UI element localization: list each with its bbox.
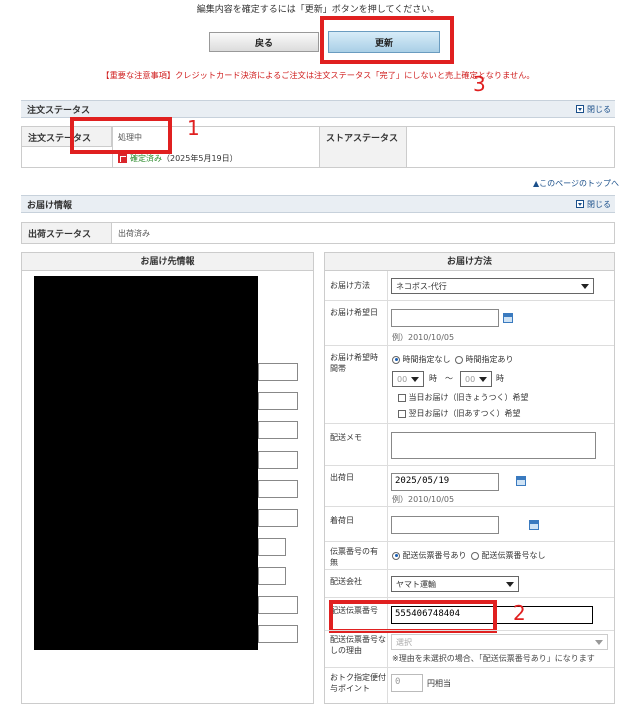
delivery-collapse[interactable]: 閉じる bbox=[576, 199, 611, 210]
chevron-down-icon bbox=[479, 376, 487, 382]
confirmed-text: 確定済み bbox=[130, 154, 162, 163]
chevron-down-icon bbox=[581, 283, 589, 289]
method-select-value: ネコポス-代行 bbox=[396, 281, 447, 291]
collapse-label: 閉じる bbox=[587, 199, 611, 209]
method-select[interactable]: ネコポス-代行 bbox=[391, 278, 594, 294]
radio-selected-icon bbox=[392, 551, 400, 560]
confirmed-date: （2025年5月19日） bbox=[162, 154, 238, 163]
ship-date-example: 例）2010/10/05 bbox=[392, 495, 455, 504]
slip-no-label: 配送伝票番号なし bbox=[481, 551, 546, 560]
delivery-section-title: お届け情報 bbox=[27, 200, 73, 211]
desired-date-example: 例）2010/10/05 bbox=[392, 333, 455, 342]
order-status-section-bar: 注文ステータス 閉じる bbox=[21, 100, 615, 118]
time-some-label: 時間指定あり bbox=[465, 355, 514, 364]
hour-end-value: 00 bbox=[465, 374, 476, 384]
hour-unit-1: 時 bbox=[429, 374, 437, 383]
destination-field[interactable] bbox=[258, 567, 286, 585]
annotation-box-2 bbox=[329, 600, 497, 633]
delivery-section-bar: お届け情報 閉じる bbox=[21, 195, 615, 213]
chevron-down-icon bbox=[411, 376, 419, 382]
memo-textarea[interactable] bbox=[391, 432, 596, 459]
no-slip-reason-value: 選択 bbox=[396, 637, 412, 647]
time-none-label: 時間指定なし bbox=[402, 355, 451, 364]
checkbox-icon bbox=[398, 409, 406, 418]
destination-field[interactable] bbox=[258, 392, 298, 410]
hour-unit-2: 時 bbox=[496, 374, 504, 383]
no-slip-reason-select[interactable]: 選択 bbox=[391, 634, 608, 650]
destination-header: お届け先情報 bbox=[22, 253, 313, 271]
slip-yes-label: 配送伝票番号あり bbox=[402, 551, 467, 560]
collapse-label: 閉じる bbox=[587, 104, 611, 114]
carrier-select[interactable]: ヤマト運輸 bbox=[391, 576, 519, 592]
order-status-section-title: 注文ステータス bbox=[27, 105, 91, 116]
point-unit: 円相当 bbox=[427, 679, 451, 688]
collapse-toggle-icon bbox=[576, 105, 584, 113]
destination-field[interactable] bbox=[258, 538, 286, 556]
desired-time-label: お届け希望時間帯 bbox=[330, 353, 378, 373]
no-slip-reason-note: ※理由を未選択の場合、「配送伝票番号あり」になります bbox=[392, 654, 595, 663]
next-day-option[interactable]: 翌日お届け（旧あすつく）希望 bbox=[398, 408, 521, 419]
method-label: お届け方法 bbox=[330, 281, 370, 290]
carrier-select-value: ヤマト運輸 bbox=[396, 579, 436, 589]
ship-status-value: 出荷済み bbox=[118, 229, 150, 238]
destination-field[interactable] bbox=[258, 421, 298, 439]
store-status-label: ストアステータス bbox=[319, 127, 407, 167]
hour-end-select[interactable]: 00 bbox=[460, 371, 492, 387]
point-input[interactable]: 0 bbox=[391, 674, 423, 692]
calendar-icon[interactable] bbox=[503, 313, 513, 323]
back-button[interactable]: 戻る bbox=[209, 32, 319, 52]
desired-date-label: お届け希望日 bbox=[330, 308, 378, 317]
destination-field[interactable] bbox=[258, 625, 298, 643]
destination-field[interactable] bbox=[258, 363, 298, 381]
arrival-date-input[interactable] bbox=[391, 516, 499, 534]
carrier-label: 配送会社 bbox=[330, 577, 362, 586]
same-day-label: 当日お届け（旧きょうつく）希望 bbox=[408, 393, 529, 402]
top-notice: 編集内容を確定するには「更新」ボタンを押してください。 bbox=[196, 5, 440, 15]
collapse-toggle-icon bbox=[576, 200, 584, 208]
desired-date-input[interactable] bbox=[391, 309, 499, 327]
hour-start-value: 00 bbox=[397, 374, 408, 384]
destination-field[interactable] bbox=[258, 480, 298, 498]
arrival-date-label: 着荷日 bbox=[330, 516, 354, 525]
ship-date-label: 出荷日 bbox=[330, 473, 354, 482]
radio-icon bbox=[455, 355, 463, 364]
calendar-icon[interactable] bbox=[528, 520, 539, 530]
destination-field[interactable] bbox=[258, 451, 298, 469]
confirmed-badge-icon bbox=[118, 154, 127, 163]
annotation-box-3 bbox=[320, 16, 454, 64]
annotation-number-1: 1 bbox=[187, 116, 200, 140]
back-to-top-link[interactable]: ▲このページのトップへ bbox=[533, 178, 619, 189]
ship-date-input[interactable]: 2025/05/19 bbox=[391, 473, 499, 491]
radio-selected-icon bbox=[392, 355, 400, 364]
annotation-box-1 bbox=[70, 117, 172, 154]
radio-icon bbox=[471, 551, 479, 560]
ship-status-label: 出荷ステータス bbox=[22, 223, 112, 243]
time-none-option[interactable]: 時間指定なし bbox=[392, 354, 451, 365]
annotation-number-2: 2 bbox=[513, 601, 526, 625]
time-some-option[interactable]: 時間指定あり bbox=[455, 354, 514, 365]
tilde: 〜 bbox=[445, 374, 453, 383]
confirmed-row: 確定済み（2025年5月19日） bbox=[118, 153, 238, 164]
checkbox-icon bbox=[398, 393, 406, 402]
ship-status-row: 出荷ステータス 出荷済み bbox=[21, 222, 615, 244]
slip-yes-option[interactable]: 配送伝票番号あり bbox=[392, 550, 467, 561]
slip-no-option[interactable]: 配送伝票番号なし bbox=[471, 550, 546, 561]
order-status-collapse[interactable]: 閉じる bbox=[576, 104, 611, 115]
next-day-label: 翌日お届け（旧あすつく）希望 bbox=[408, 409, 521, 418]
same-day-option[interactable]: 当日お届け（旧きょうつく）希望 bbox=[398, 392, 529, 403]
calendar-icon[interactable] bbox=[515, 476, 526, 486]
memo-label: 配送メモ bbox=[330, 433, 362, 442]
point-label: おトク指定便付与ポイント bbox=[330, 673, 386, 693]
hour-start-select[interactable]: 00 bbox=[392, 371, 424, 387]
chevron-down-icon bbox=[506, 581, 514, 587]
redaction-block bbox=[34, 276, 258, 650]
destination-field[interactable] bbox=[258, 509, 298, 527]
destination-field[interactable] bbox=[258, 596, 298, 614]
no-slip-reason-label: 配送伝票番号なしの理由 bbox=[330, 635, 386, 655]
chevron-down-icon bbox=[595, 639, 603, 645]
delivery-method-header: お届け方法 bbox=[325, 253, 614, 271]
slip-presence-label: 伝票番号の有無 bbox=[330, 547, 378, 567]
warning-text: 【重要な注意事項】クレジットカード決済によるご注文は注文ステータス「完了」にしな… bbox=[101, 70, 535, 80]
destination-row-labels bbox=[26, 281, 30, 641]
